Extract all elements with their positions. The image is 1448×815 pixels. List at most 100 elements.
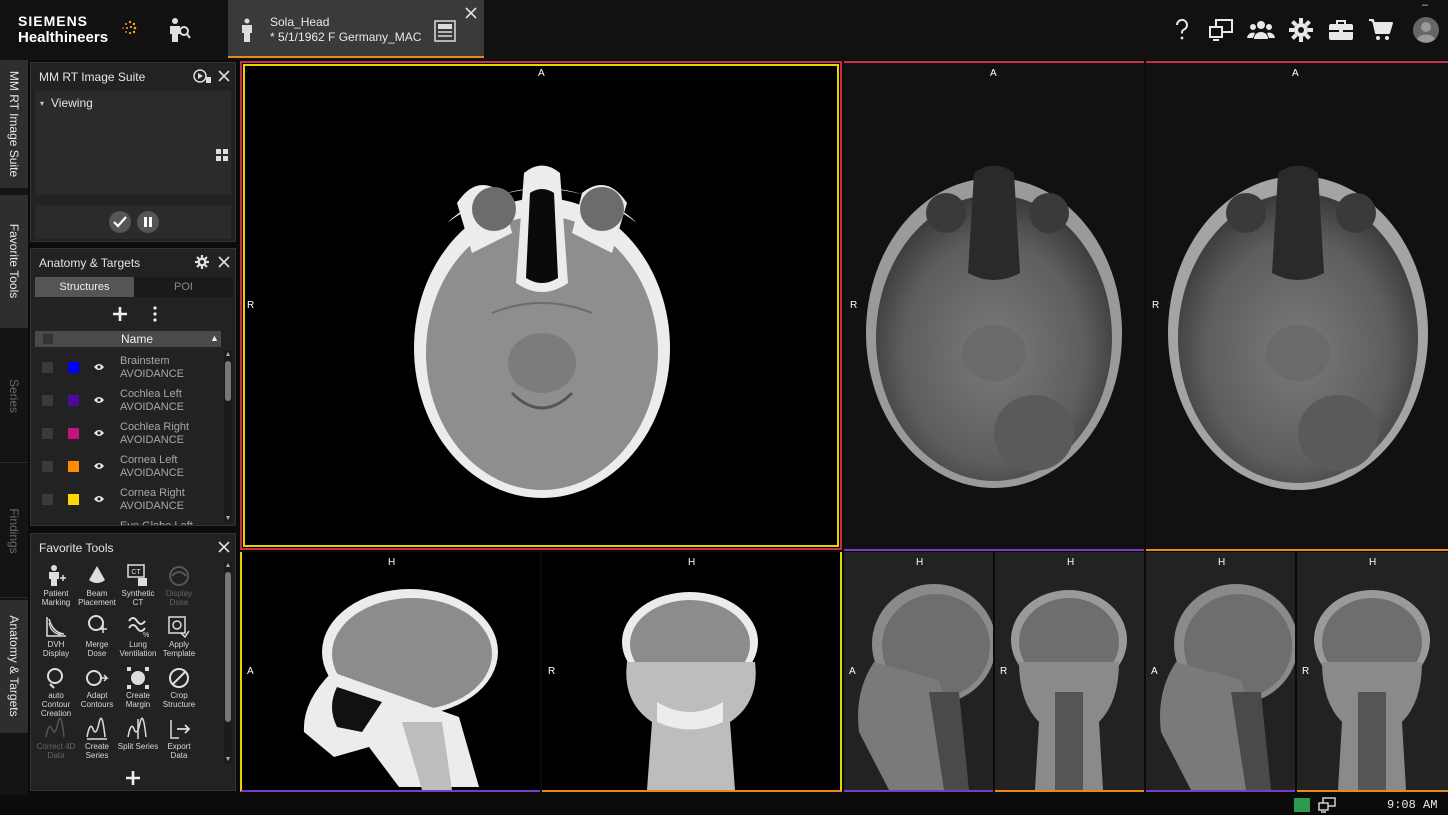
help-button[interactable] <box>1168 16 1196 44</box>
structure-checkbox[interactable] <box>42 494 53 505</box>
more-options-icon[interactable] <box>152 306 158 322</box>
structure-label: Eye Globe Left <box>120 520 193 525</box>
structure-color-swatch[interactable] <box>68 461 79 472</box>
pause-button[interactable] <box>137 211 159 233</box>
side-tab-anatomy-targets[interactable]: Anatomy & Targets <box>0 600 28 733</box>
expand-caret-icon[interactable]: ▾ <box>40 99 44 108</box>
tool-merge-dose[interactable]: Merge Dose <box>76 615 118 665</box>
viewport-mr2-axial[interactable]: A R <box>1146 61 1448 551</box>
visibility-icon[interactable] <box>93 461 105 472</box>
settings-button[interactable] <box>1287 16 1315 44</box>
gear-icon <box>1289 18 1313 42</box>
viewport-ct-coronal[interactable]: H R <box>542 552 842 792</box>
structure-checkbox[interactable] <box>42 395 53 406</box>
scroll-down-icon[interactable]: ▼ <box>224 756 232 764</box>
sort-asc-icon[interactable]: ▲ <box>210 333 219 343</box>
structure-checkbox[interactable] <box>42 362 53 373</box>
structure-row[interactable]: Brainstem AVOIDANCE <box>35 351 221 384</box>
add-structure-icon[interactable] <box>113 307 127 321</box>
structure-row[interactable]: Cochlea Left AVOIDANCE <box>35 384 221 417</box>
favorite-tools-scrollbar[interactable]: ▲ ▼ <box>224 562 232 764</box>
structure-color-swatch[interactable] <box>68 494 79 505</box>
tab-structures[interactable]: Structures <box>35 277 134 297</box>
structure-list-scrollbar[interactable]: ▲ ▼ <box>224 351 232 523</box>
layout-grid-icon[interactable] <box>216 149 228 161</box>
series-overview-icon[interactable] <box>434 20 456 42</box>
tool-apply-template[interactable]: Apply Template <box>158 615 200 665</box>
close-panel-icon[interactable] <box>217 69 231 83</box>
select-all-checkbox[interactable] <box>43 334 53 344</box>
structure-type: AVOIDANCE <box>120 368 184 380</box>
close-panel-icon[interactable] <box>217 255 231 269</box>
viewport-mr1-coronal[interactable]: H R <box>995 552 1144 792</box>
tool-display-dose[interactable]: Display Dose <box>158 564 200 614</box>
close-panel-icon[interactable] <box>217 540 231 554</box>
visibility-icon[interactable] <box>93 395 105 406</box>
visibility-icon[interactable] <box>93 362 105 373</box>
close-patient-icon[interactable] <box>464 6 478 20</box>
structure-row[interactable]: Eye Globe LeftAVOIDANCE <box>35 516 221 525</box>
cart-button[interactable] <box>1367 16 1395 44</box>
viewing-section[interactable]: ▾ Viewing <box>35 91 231 195</box>
structure-color-swatch[interactable] <box>68 428 79 439</box>
network-icon[interactable] <box>1318 797 1336 813</box>
system-status-indicator[interactable] <box>1294 798 1310 812</box>
tab-poi[interactable]: POI <box>134 277 233 297</box>
visibility-icon[interactable] <box>93 494 105 505</box>
scroll-up-icon[interactable]: ▲ <box>224 351 232 359</box>
patient-tab[interactable]: Sola_Head * 5/1/1962 F Germany_MAC <box>228 0 484 58</box>
accept-button[interactable] <box>109 211 131 233</box>
structure-color-swatch[interactable] <box>68 395 79 406</box>
visibility-icon[interactable] <box>93 428 105 439</box>
viewport-ct-axial[interactable]: A R <box>240 61 842 550</box>
scroll-thumb[interactable] <box>225 572 231 722</box>
viewport-mr2-coronal[interactable]: H R <box>1297 552 1448 792</box>
tool-create-series[interactable]: Create Series <box>76 717 118 767</box>
tool-synthetic-ct[interactable]: CT Synthetic CT <box>117 564 159 614</box>
gear-icon[interactable] <box>195 255 209 269</box>
tool-beam-placement[interactable]: Beam Placement <box>76 564 118 614</box>
tool-label-line: Placement <box>78 598 116 607</box>
tool-crop-structure[interactable]: Crop Structure <box>158 666 200 716</box>
scroll-up-icon[interactable]: ▲ <box>224 562 232 570</box>
viewport-mr1-sagittal[interactable]: H A <box>844 552 993 792</box>
scroll-thumb[interactable] <box>225 361 231 401</box>
structure-name: Eye Globe LeftAVOIDANCE <box>120 520 193 525</box>
structure-row[interactable]: Cornea Left AVOIDANCE <box>35 450 221 483</box>
tool-patient-marking[interactable]: Patient Marking <box>35 564 77 614</box>
tool-create-margin[interactable]: Create Margin <box>117 666 159 716</box>
mr1-sagittal-image <box>858 584 993 790</box>
orientation-top: H <box>388 557 396 568</box>
screen-layout-button[interactable] <box>1207 16 1235 44</box>
side-tab-series[interactable]: Series <box>0 330 28 463</box>
tool-dvh-display[interactable]: DVH Display <box>35 615 77 665</box>
side-tab-mm-rt-image-suite[interactable]: MM RT Image Suite <box>0 60 28 188</box>
structure-row[interactable]: Cochlea Right AVOIDANCE <box>35 417 221 450</box>
tool-lung-ventilation[interactable]: % Lung Ventilation <box>117 615 159 665</box>
add-favorite-icon[interactable] <box>126 771 140 785</box>
side-tab-favorite-tools[interactable]: Favorite Tools <box>0 195 28 328</box>
workflow-run-icon[interactable] <box>193 69 211 83</box>
tool-adapt-contours[interactable]: Adapt Contours <box>76 666 118 716</box>
toolbox-button[interactable] <box>1327 16 1355 44</box>
structure-checkbox[interactable] <box>42 461 53 472</box>
structure-column-header[interactable]: Name ▲ <box>35 331 221 347</box>
tool-split-series[interactable]: Split Series <box>117 717 159 767</box>
tool-export-data[interactable]: Export Data <box>158 717 200 767</box>
users-button[interactable] <box>1247 16 1275 44</box>
tool-auto-contour-creation[interactable]: auto Contour Creation <box>35 666 77 718</box>
side-tab-findings[interactable]: Findings <box>0 465 28 598</box>
structure-color-swatch[interactable] <box>68 362 79 373</box>
patient-browser-button[interactable] <box>162 14 196 46</box>
structure-checkbox[interactable] <box>42 428 53 439</box>
viewport-mr1-axial[interactable]: A R <box>844 61 1144 551</box>
structure-row[interactable]: Cornea Right AVOIDANCE <box>35 483 221 516</box>
user-avatar[interactable] <box>1412 16 1440 44</box>
viewport-mr2-sagittal[interactable]: H A <box>1146 552 1295 792</box>
viewport-ct-sagittal[interactable]: H A <box>240 552 540 792</box>
scroll-down-icon[interactable]: ▼ <box>224 515 232 523</box>
side-tab-label: Findings <box>7 508 21 554</box>
merge-dose-icon <box>88 615 107 633</box>
tool-correct-4d-data[interactable]: Correct 4D Data <box>35 717 77 767</box>
minimize-button[interactable]: – <box>1418 0 1432 12</box>
